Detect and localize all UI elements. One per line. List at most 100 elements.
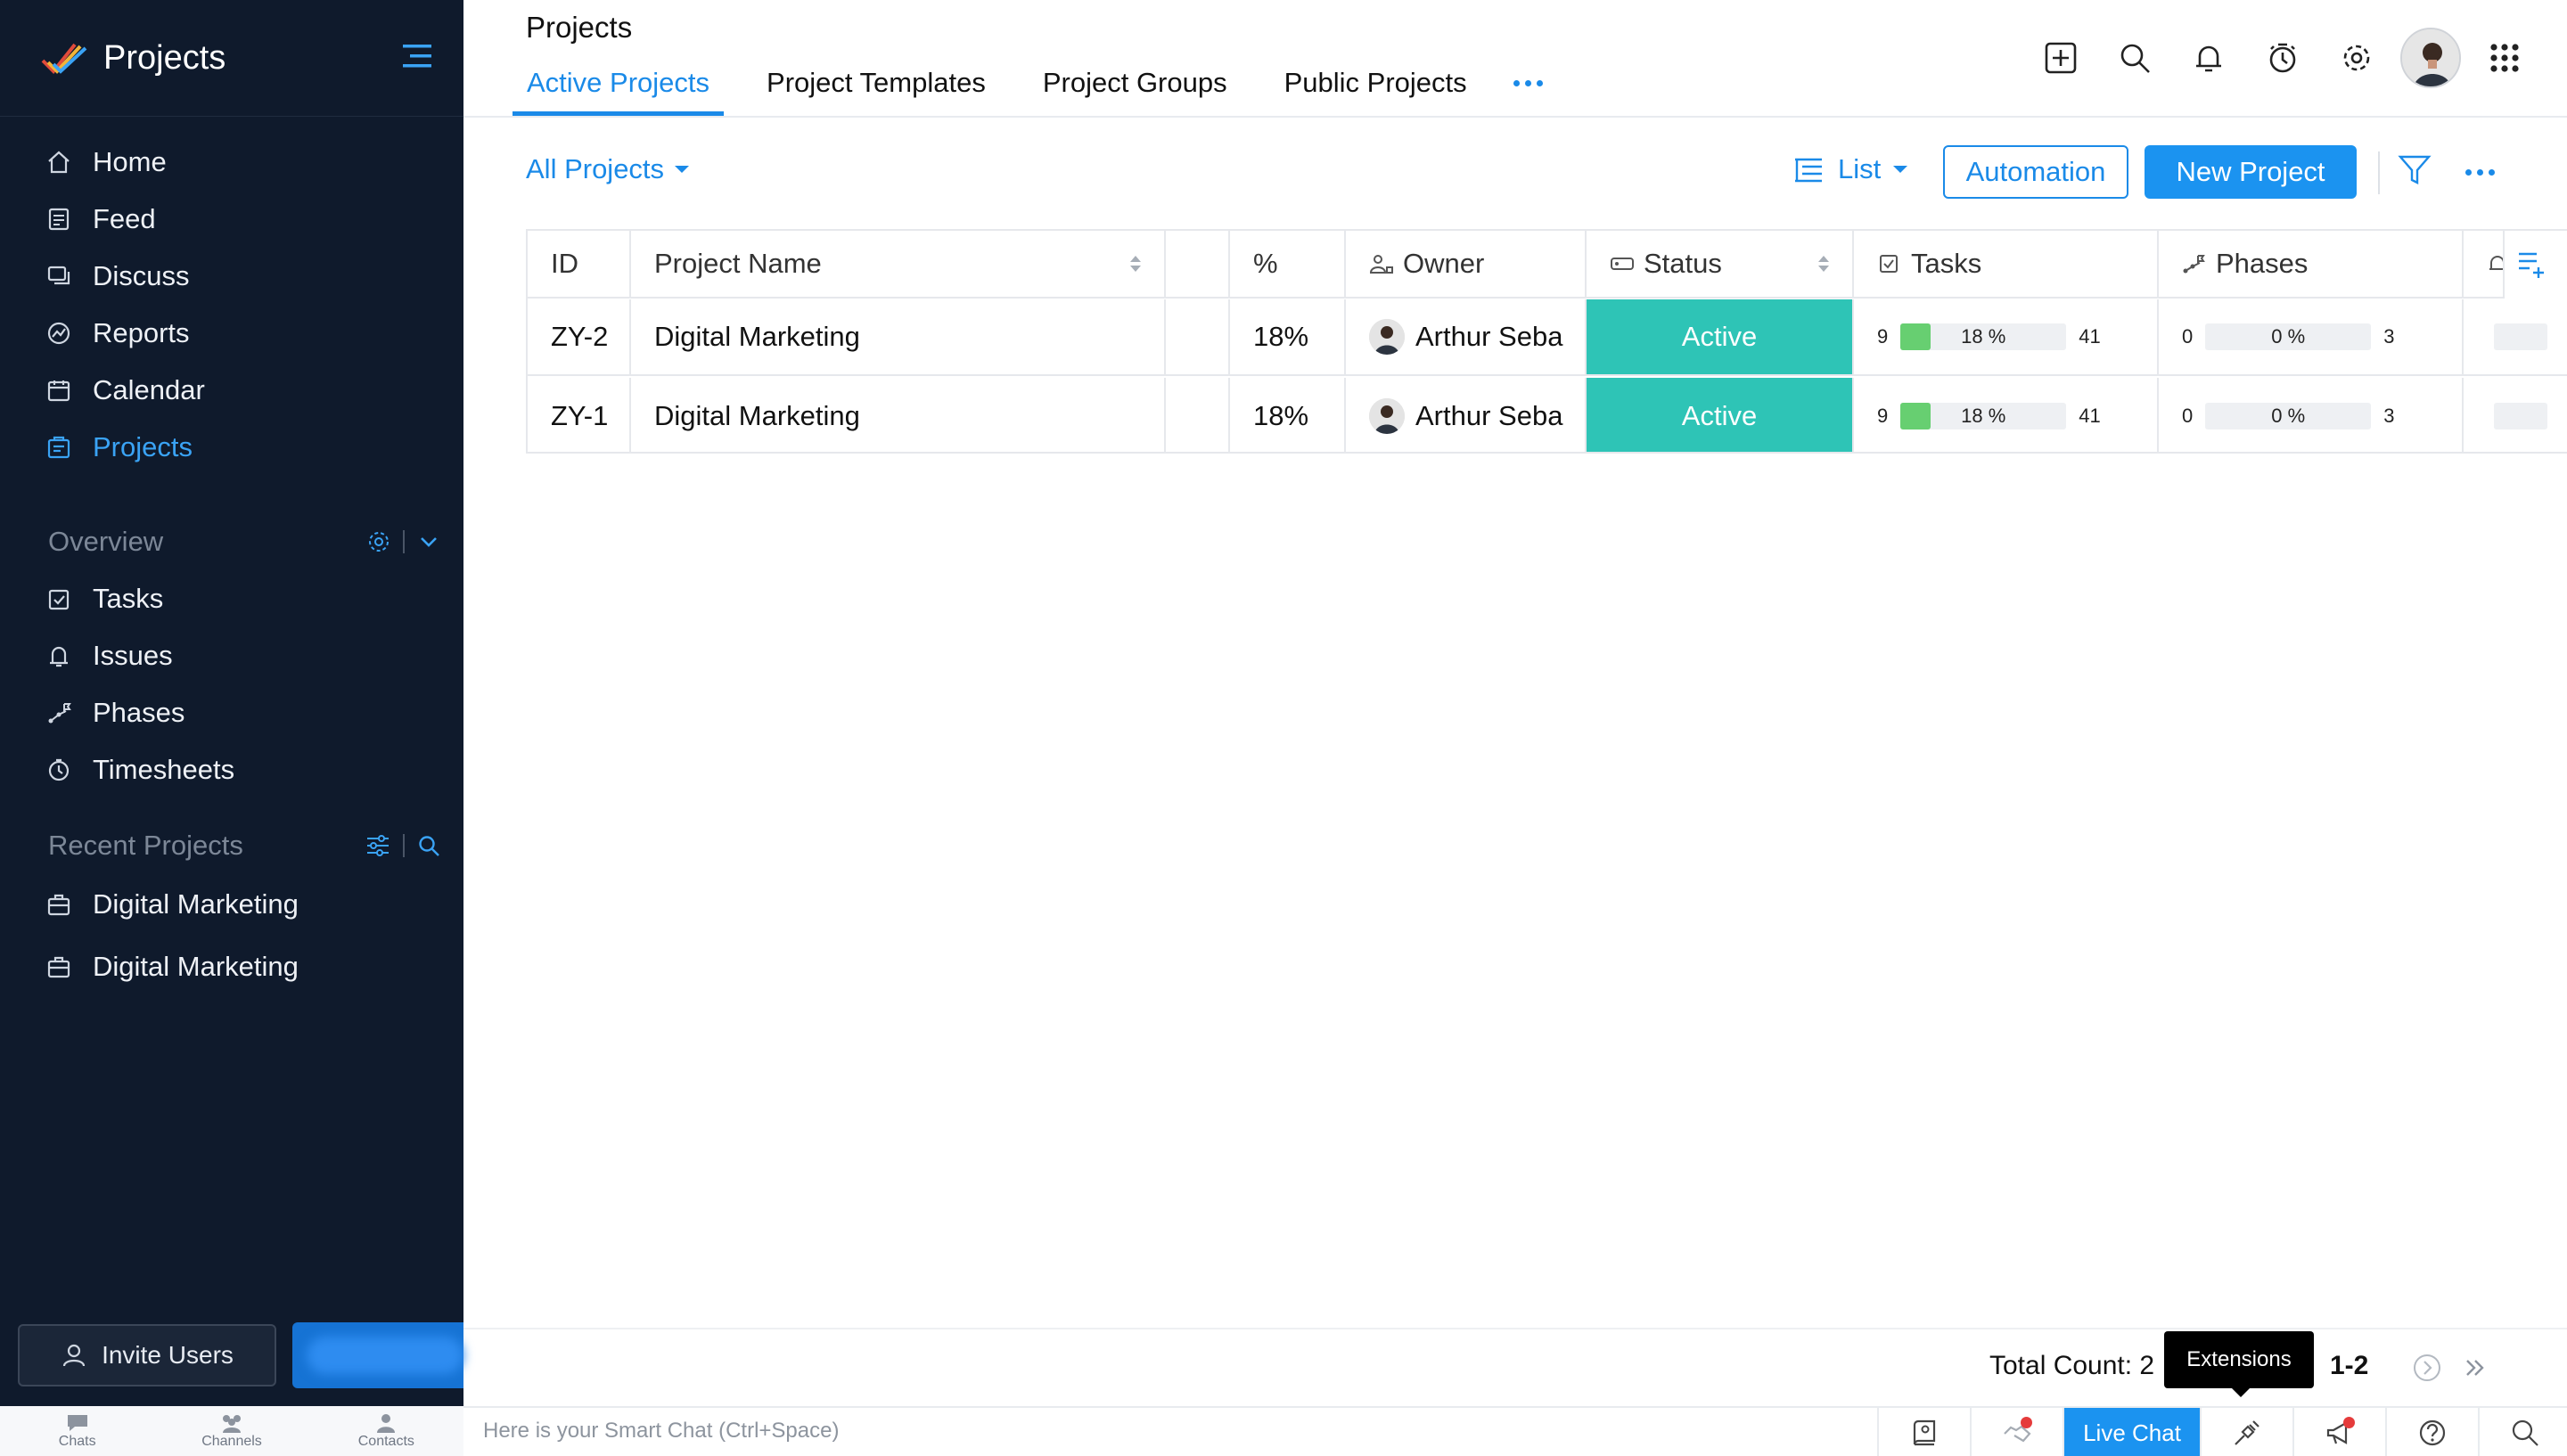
nav-item-label: Issues <box>93 640 173 671</box>
recent-projects-header: Recent Projects <box>48 823 440 868</box>
all-projects-label: All Projects <box>526 153 665 184</box>
sliders-icon[interactable] <box>365 834 390 857</box>
calendar-icon <box>47 380 70 402</box>
contacts-book-icon[interactable] <box>1877 1408 1970 1456</box>
column-header-owner[interactable]: Owner <box>1346 231 1587 297</box>
issues-icon <box>50 646 68 667</box>
help-icon[interactable] <box>2385 1408 2478 1456</box>
channels-button[interactable]: Channels <box>154 1406 308 1456</box>
nav-item-label: Projects <box>93 431 193 462</box>
smart-chat-bar: Here is your Smart Chat (Ctrl+Space) Liv… <box>463 1406 2567 1456</box>
header-actions <box>2023 27 2541 89</box>
all-projects-dropdown[interactable]: All Projects <box>526 153 690 185</box>
projects-icon <box>47 436 70 459</box>
project-id[interactable]: ZY-1 <box>528 378 631 452</box>
owner-cell[interactable]: Arthur Seba <box>1346 378 1587 452</box>
nav-item-label: Tasks <box>93 583 164 614</box>
announcement-icon[interactable] <box>2292 1408 2385 1456</box>
column-header-label: Project Name <box>654 248 822 279</box>
truncated-cell <box>2464 299 2567 374</box>
gear-icon[interactable] <box>367 530 390 553</box>
tasks-progress-cell[interactable]: 9 18 % 41 <box>1854 299 2159 374</box>
column-header-project-name[interactable]: Project Name <box>631 231 1166 297</box>
tasks-closed-count: 41 <box>2079 325 2101 348</box>
tasks-icon <box>48 589 70 610</box>
tasks-icon <box>1880 255 1898 273</box>
tab-active-projects[interactable]: Active Projects <box>513 59 725 116</box>
last-page-icon[interactable] <box>2460 1353 2490 1383</box>
truncated-value <box>2494 323 2547 350</box>
invite-users-label: Invite Users <box>102 1341 234 1369</box>
table-row[interactable]: ZY-2 Digital Marketing 18% Arthur Seba A… <box>528 299 2567 376</box>
bell-icon[interactable] <box>2171 27 2245 89</box>
live-chat-button[interactable]: Live Chat <box>2063 1408 2200 1456</box>
search-icon[interactable] <box>2097 27 2171 89</box>
reports-icon <box>47 322 70 345</box>
sort-icon[interactable] <box>1130 256 1141 272</box>
settings-icon[interactable] <box>2319 27 2393 89</box>
column-header-label: Tasks <box>1911 248 1982 279</box>
nav-item-home[interactable]: Home <box>0 134 463 191</box>
project-name-link[interactable]: Digital Marketing <box>631 299 1166 374</box>
status-badge[interactable]: Active <box>1587 299 1854 374</box>
filter-icon[interactable] <box>2398 153 2432 187</box>
nav-item-calendar[interactable]: Calendar <box>0 362 463 419</box>
column-header-percent[interactable]: % <box>1230 231 1346 297</box>
nav-item-discuss[interactable]: Discuss <box>0 248 463 305</box>
tab-public-projects[interactable]: Public Projects <box>1270 59 1481 116</box>
chats-button[interactable]: Chats <box>0 1406 154 1456</box>
automation-button[interactable]: Automation <box>1943 145 2128 199</box>
timesheets-icon <box>48 758 70 781</box>
search-icon[interactable] <box>417 834 440 857</box>
chevron-down-icon[interactable] <box>417 530 440 553</box>
tasks-progress-cell[interactable]: 9 18 % 41 <box>1854 378 2159 452</box>
next-page-icon[interactable] <box>2412 1353 2442 1383</box>
sort-icon[interactable] <box>1818 256 1829 272</box>
timer-icon[interactable] <box>2245 27 2319 89</box>
phases-progress-cell[interactable]: 0 0 % 3 <box>2159 299 2464 374</box>
handshake-icon[interactable] <box>1970 1408 2063 1456</box>
status-badge[interactable]: Active <box>1587 378 1854 452</box>
nav-item-reports[interactable]: Reports <box>0 305 463 362</box>
contacts-label: Contacts <box>357 1434 414 1449</box>
invite-users-button[interactable]: Invite Users <box>18 1324 276 1386</box>
add-column-icon[interactable] <box>2503 231 2567 299</box>
column-header-status[interactable]: Status <box>1587 231 1854 297</box>
nav-item-feed[interactable]: Feed <box>0 191 463 248</box>
new-project-button[interactable]: New Project <box>2145 145 2357 199</box>
tabs-more-button[interactable] <box>1510 59 1543 107</box>
projects-table: ID Project Name % Owner Status Tasks Pha… <box>526 229 2567 454</box>
column-header-phases[interactable]: Phases <box>2159 231 2464 297</box>
briefcase-icon <box>47 894 70 916</box>
add-icon[interactable] <box>2023 27 2097 89</box>
smart-chat-input[interactable]: Here is your Smart Chat (Ctrl+Space) <box>483 1419 839 1444</box>
project-id[interactable]: ZY-2 <box>528 299 631 374</box>
app-grid-icon[interactable] <box>2467 27 2541 89</box>
extensions-icon[interactable] <box>2200 1408 2292 1456</box>
sidebar-collapse-icon[interactable] <box>401 43 433 70</box>
nav-item-projects[interactable]: Projects <box>0 419 463 476</box>
table-row[interactable]: ZY-1 Digital Marketing 18% Arthur Seba A… <box>528 378 2567 452</box>
recent-project-item[interactable]: Digital Marketing <box>0 873 463 936</box>
more-options-button[interactable] <box>2465 169 2495 176</box>
projects-logo-icon <box>39 39 89 78</box>
recent-project-item[interactable]: Digital Marketing <box>0 936 463 998</box>
contacts-button[interactable]: Contacts <box>309 1406 463 1456</box>
nav-item-tasks[interactable]: Tasks <box>0 570 463 627</box>
project-name-link[interactable]: Digital Marketing <box>631 378 1166 452</box>
feed-icon <box>48 208 70 231</box>
blurred-button[interactable] <box>292 1322 463 1388</box>
column-header-id[interactable]: ID <box>528 231 631 297</box>
phases-progress-cell[interactable]: 0 0 % 3 <box>2159 378 2464 452</box>
layout-dropdown[interactable]: List <box>1793 153 1908 185</box>
nav-item-timesheets[interactable]: Timesheets <box>0 741 463 798</box>
profile-avatar[interactable] <box>2393 27 2467 89</box>
nav-item-phases[interactable]: Phases <box>0 684 463 741</box>
column-header-tasks[interactable]: Tasks <box>1854 231 2159 297</box>
search-help-icon[interactable] <box>2478 1408 2567 1456</box>
group-icon <box>222 1415 241 1433</box>
tab-project-groups[interactable]: Project Groups <box>1029 59 1242 116</box>
tab-project-templates[interactable]: Project Templates <box>752 59 1000 116</box>
owner-cell[interactable]: Arthur Seba <box>1346 299 1587 374</box>
nav-item-issues[interactable]: Issues <box>0 627 463 684</box>
